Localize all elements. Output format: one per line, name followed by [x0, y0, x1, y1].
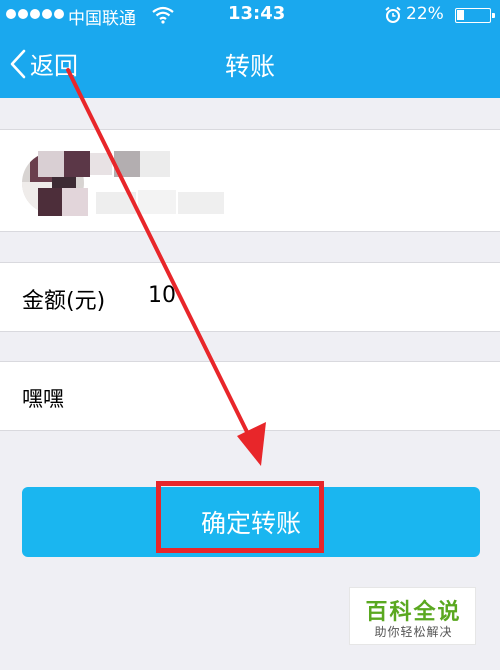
page-title: 转账 [224, 52, 275, 81]
watermark-logo: 百科全说 助你轻松解决 [349, 587, 476, 645]
note-row: 嘿嘿 [0, 361, 500, 431]
carrier-name: 中国联通 [68, 9, 136, 29]
battery-percent: 22% [406, 4, 444, 24]
annotation-arrow [66, 68, 266, 466]
alarm-icon [385, 6, 401, 23]
amount-label: 金额(元) [22, 289, 106, 314]
nav-bar: 返回 转账 [0, 30, 500, 98]
status-time: 13:43 [228, 3, 286, 24]
recipient-account-redacted [38, 188, 228, 216]
recipient-name-redacted [38, 151, 173, 177]
watermark-title: 百科全说 [365, 600, 462, 625]
header: 中国联通 13:43 22% 返回 转账 [0, 0, 500, 98]
recipient-card [0, 129, 500, 232]
signal-strength-icon [6, 9, 64, 19]
wifi-icon [152, 6, 174, 24]
status-bar: 中国联通 13:43 22% [0, 0, 500, 30]
annotation-highlight-box [156, 481, 324, 553]
note-input[interactable]: 嘿嘿 [22, 383, 64, 413]
watermark-subtitle: 助你轻松解决 [374, 625, 453, 639]
amount-input[interactable]: 10 [148, 283, 176, 308]
battery-icon [455, 8, 495, 23]
amount-row: 金额(元) 10 [0, 262, 500, 332]
